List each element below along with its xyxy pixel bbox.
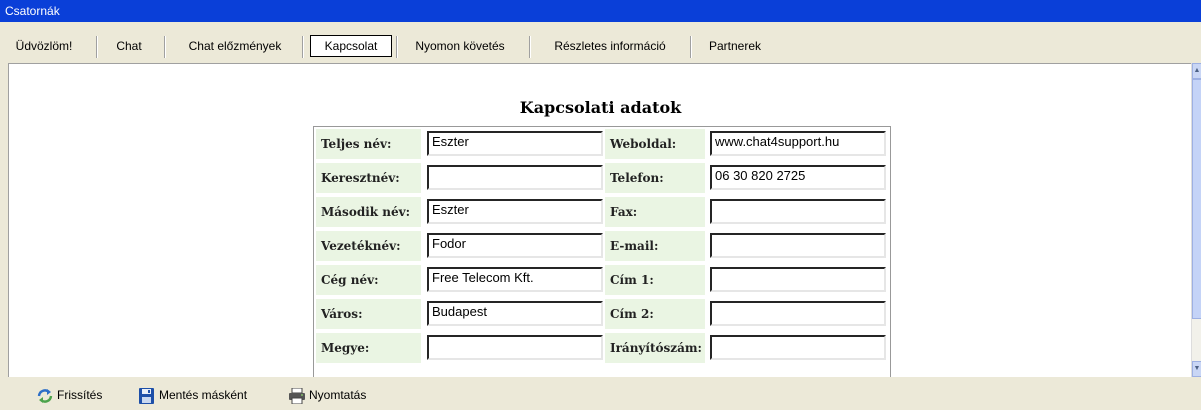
form-title: Kapcsolati adatok [519, 98, 682, 117]
address1-field[interactable] [710, 267, 886, 292]
field-label: Weboldal: [605, 129, 705, 159]
full-name-field[interactable]: Eszter [427, 131, 603, 156]
address2-field[interactable] [710, 301, 886, 326]
window-title-bar: Csatornák [0, 0, 1201, 22]
tab-bar: Üdvözlöm! Chat Chat előzmények Kapcsolat… [0, 22, 1201, 63]
field-label: Megye: [316, 333, 421, 363]
refresh-button[interactable]: Frissítés [36, 385, 102, 405]
field-label: E-mail: [605, 231, 705, 261]
phone-field[interactable]: 06 30 820 2725 [710, 165, 886, 190]
form-row: Vezetéknév: Fodor E-mail: [316, 229, 886, 263]
vertical-scrollbar[interactable]: ▲ ▼ [1191, 63, 1201, 377]
first-name-field[interactable] [427, 165, 603, 190]
form-row: Város: Budapest Cím 2: [316, 297, 886, 331]
website-field[interactable]: www.chat4support.hu [710, 131, 886, 156]
tab-chat[interactable]: Chat [108, 36, 150, 56]
tab-separator [529, 36, 530, 58]
save-as-button[interactable]: Mentés másként [138, 385, 247, 405]
field-label: Cég név: [316, 265, 421, 295]
window-title: Csatornák [5, 4, 60, 18]
printer-icon [288, 387, 306, 405]
scroll-up-arrow-icon[interactable]: ▲ [1192, 63, 1201, 79]
email-field[interactable] [710, 233, 886, 258]
tab-details[interactable]: Részletes információ [540, 36, 680, 56]
form-row: Második név: Eszter Fax: [316, 195, 886, 229]
field-label: Fax: [605, 197, 705, 227]
field-label: Keresztnév: [316, 163, 421, 193]
field-label: Második név: [316, 197, 421, 227]
tab-chat-history[interactable]: Chat előzmények [176, 36, 294, 56]
form-row: Keresztnév: Telefon: 06 30 820 2725 [316, 161, 886, 195]
tab-welcome[interactable]: Üdvözlöm! [6, 36, 82, 56]
county-field[interactable] [427, 335, 603, 360]
floppy-disk-icon [138, 387, 156, 404]
refresh-icon [36, 388, 54, 404]
bottom-toolbar: Frissítés Mentés másként Nyomtatás [0, 377, 1201, 410]
field-label: Irányítószám: [605, 333, 705, 363]
tab-contact[interactable]: Kapcsolat [310, 35, 392, 57]
form-row: Cég név: Free Telecom Kft. Cím 1: [316, 263, 886, 297]
form-row: Megye: Irányítószám: [316, 331, 886, 365]
contact-form: Teljes név: Eszter Weboldal: www.chat4su… [313, 126, 891, 378]
city-field[interactable]: Budapest [427, 301, 603, 326]
company-name-field[interactable]: Free Telecom Kft. [427, 267, 603, 292]
tab-separator [396, 36, 397, 58]
tab-separator [302, 36, 303, 58]
field-label: Vezetéknév: [316, 231, 421, 261]
refresh-label: Frissítés [57, 388, 103, 402]
fax-field[interactable] [710, 199, 886, 224]
contact-content-panel: Kapcsolati adatok Teljes név: Eszter Web… [8, 63, 1192, 378]
middle-name-field[interactable]: Eszter [427, 199, 603, 224]
scrollbar-thumb[interactable] [1192, 79, 1201, 319]
scroll-down-arrow-icon[interactable]: ▼ [1192, 361, 1201, 377]
print-label: Nyomtatás [309, 388, 367, 402]
field-label: Város: [316, 299, 421, 329]
form-row: Teljes név: Eszter Weboldal: www.chat4su… [316, 127, 886, 161]
tab-separator [164, 36, 165, 58]
print-button[interactable]: Nyomtatás [288, 385, 366, 405]
zip-code-field[interactable] [710, 335, 886, 360]
field-label: Cím 2: [605, 299, 705, 329]
tab-separator [690, 36, 691, 58]
tab-tracking[interactable]: Nyomon követés [405, 36, 515, 56]
save-as-label: Mentés másként [159, 388, 248, 402]
tab-separator [96, 36, 97, 58]
last-name-field[interactable]: Fodor [427, 233, 603, 258]
tab-partners[interactable]: Partnerek [702, 36, 768, 56]
field-label: Cím 1: [605, 265, 705, 295]
field-label: Telefon: [605, 163, 705, 193]
field-label: Teljes név: [316, 129, 421, 159]
